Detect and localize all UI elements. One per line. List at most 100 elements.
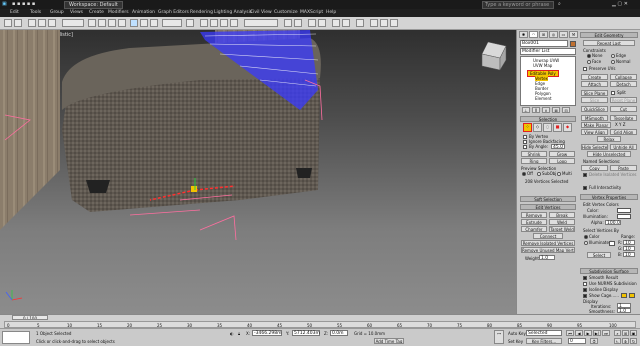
maxscript-listener-icon[interactable] [2, 331, 30, 344]
workspace-dropdown[interactable]: Workspace: Default [64, 1, 123, 9]
zoom-all-icon[interactable]: ⊞ [622, 330, 629, 336]
create-tab-icon[interactable]: ✱ [519, 31, 528, 38]
hierarchy-tab-icon[interactable]: ⊞ [539, 31, 548, 38]
go-to-start-icon[interactable]: ⏮ [566, 330, 574, 336]
menu-civil-view[interactable]: Civil View [250, 10, 272, 15]
reset-plane-button[interactable]: Reset Plane [610, 97, 637, 103]
msmooth-button[interactable]: MSmooth [581, 115, 608, 121]
pan-view-icon[interactable]: ✋︎ [622, 338, 629, 344]
select-move-icon[interactable] [130, 19, 138, 27]
menu-create[interactable]: Create [89, 10, 104, 15]
named-selection-set-dropdown[interactable] [244, 19, 278, 27]
shrink-button[interactable]: Shrink [521, 151, 547, 157]
remove-unused-button[interactable]: Remove Unused Map Verts [521, 247, 575, 253]
smoothness-field[interactable]: 1.0 [617, 308, 631, 314]
menu-rendering[interactable]: Rendering [190, 10, 213, 15]
y-coordinate-field[interactable]: 5712.403m [292, 330, 320, 336]
stack-item-uvw-map[interactable]: UVW Map [533, 63, 552, 68]
loop-button[interactable]: Loop [549, 158, 575, 164]
selected-dropdown[interactable]: Selected [526, 330, 562, 336]
vertex-mode-icon[interactable]: ⁘ [523, 123, 532, 132]
perspective-viewport[interactable]: [+] [Perspective] [Realistic] [0, 30, 516, 314]
modifier-list-dropdown[interactable]: Modifier List [520, 48, 576, 55]
render-production-icon[interactable] [390, 19, 398, 27]
hide-selected-button[interactable]: Hide Selected [581, 144, 608, 150]
edit-vertices-rollout-header[interactable]: Edit Vertices [520, 204, 576, 210]
smooth-result-checkbox[interactable] [583, 276, 587, 280]
spinner-snap-icon[interactable] [230, 19, 238, 27]
isolate-icon[interactable]: ◐ [230, 331, 234, 336]
detach-button[interactable]: Detach [610, 81, 637, 87]
percent-snap-icon[interactable] [220, 19, 228, 27]
ring-button[interactable]: Ring [521, 158, 547, 164]
pivot-center-icon[interactable] [186, 19, 194, 27]
menu-tools[interactable]: Tools [30, 10, 41, 15]
schematic-view-icon[interactable] [342, 19, 350, 27]
soft-selection-rollout-header[interactable]: Soft Selection [520, 196, 576, 202]
cage-color-2-swatch[interactable] [629, 293, 635, 298]
link-icon[interactable] [28, 19, 36, 27]
go-to-end-icon[interactable]: ⏭ [602, 330, 610, 336]
show-end-result-icon[interactable]: Ⅱ [532, 107, 540, 113]
stack-item-element[interactable]: Element [535, 96, 552, 101]
layer-explorer-icon[interactable] [308, 19, 316, 27]
full-interactivity-checkbox[interactable] [583, 186, 587, 190]
slice-button[interactable]: Slice [581, 97, 608, 103]
break-button[interactable]: Break [549, 212, 575, 218]
redo-icon[interactable] [14, 19, 22, 27]
bind-space-warp-icon[interactable] [48, 19, 56, 27]
show-cage-checkbox[interactable] [583, 294, 587, 298]
collapse-button[interactable]: Collapse [610, 74, 637, 80]
search-icon[interactable]: ⌕ [558, 1, 561, 7]
unhide-all-button[interactable]: Unhide All [610, 144, 637, 150]
angle-snap-icon[interactable] [210, 19, 218, 27]
select-button[interactable]: Select [587, 252, 611, 258]
connect-button[interactable]: Connect [533, 233, 563, 239]
select-object-icon[interactable] [88, 19, 96, 27]
z-coordinate-field[interactable]: 0.0m [330, 330, 348, 336]
snap-toggle-icon[interactable] [200, 19, 208, 27]
preview-subobj-radio[interactable] [537, 172, 541, 176]
field-of-view-icon[interactable]: ◺ [614, 338, 621, 344]
angle-field[interactable]: 45.0 [551, 144, 565, 150]
set-key-mode-icon[interactable]: ⊶ [494, 330, 504, 344]
orbit-icon[interactable]: ↻ [630, 338, 637, 344]
extrude-button[interactable]: Extrude [521, 219, 547, 225]
menu-customize[interactable]: Customize [274, 10, 298, 15]
preview-off-radio[interactable] [522, 172, 526, 176]
quick-access-icons[interactable]: ▪ ▪ ▪ ▪ ▪ [12, 1, 35, 7]
set-key-button[interactable]: Set Key [508, 339, 523, 344]
constraint-face-radio[interactable] [587, 60, 591, 64]
edit-geometry-rollout-header[interactable]: Edit Geometry [580, 32, 638, 38]
attach-button[interactable]: Attach [581, 81, 608, 87]
weight-field[interactable]: 1.0 [539, 255, 555, 261]
xyz-buttons[interactable]: X Y Z [615, 122, 625, 127]
remove-button[interactable]: Remove [521, 212, 547, 218]
delete-isolated-checkbox[interactable] [583, 173, 587, 177]
pin-stack-icon[interactable]: ⊥ [522, 107, 530, 113]
selection-filter-dropdown[interactable] [62, 19, 84, 27]
view-align-button[interactable]: View Align [581, 129, 608, 135]
preview-multi-radio[interactable] [557, 172, 561, 176]
material-editor-icon[interactable] [356, 19, 364, 27]
select-rotate-icon[interactable] [140, 19, 148, 27]
rectangular-selection-icon[interactable] [108, 19, 116, 27]
illumination-swatch[interactable] [617, 214, 631, 219]
menu-help[interactable]: Help [326, 10, 336, 15]
polygon-mode-icon[interactable]: ■ [553, 123, 562, 132]
chamfer-button[interactable]: Chamfer [521, 226, 547, 232]
remove-modifier-icon[interactable]: ⊠ [552, 107, 560, 113]
curve-editor-icon[interactable] [332, 19, 340, 27]
ignore-backfacing-checkbox[interactable] [523, 140, 527, 144]
selection-rollout-header[interactable]: Selection [520, 116, 576, 122]
element-mode-icon[interactable]: ◆ [563, 123, 572, 132]
zoom-icon[interactable]: ⌕ [614, 330, 621, 336]
menu-group[interactable]: Group [50, 10, 64, 15]
relax-button[interactable]: Relax [597, 136, 621, 142]
constraint-edge-radio[interactable] [611, 54, 615, 58]
object-color-swatch[interactable] [570, 41, 576, 47]
window-controls[interactable]: ▁ ▢ ✕ [612, 1, 628, 7]
range-r-field[interactable]: 10 [623, 240, 635, 246]
object-name-field[interactable]: Box001 [520, 40, 568, 47]
zoom-extents-icon[interactable]: ▣ [630, 330, 637, 336]
